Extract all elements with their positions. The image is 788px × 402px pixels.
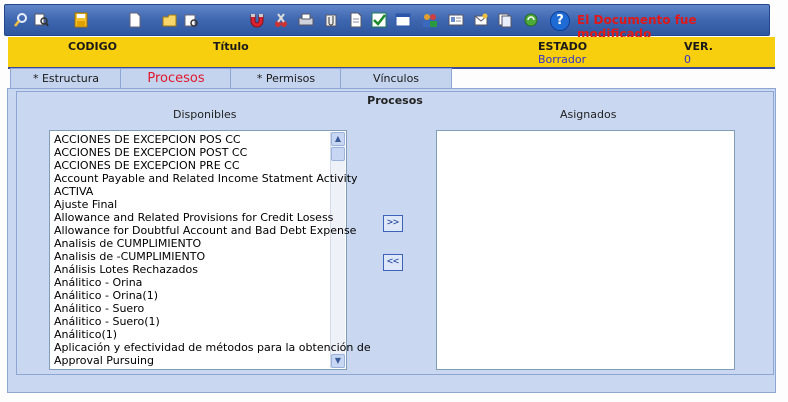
titulo-label: Título: [213, 40, 249, 53]
asignados-listbox[interactable]: [436, 130, 735, 370]
magnet-icon[interactable]: [249, 12, 265, 28]
attach-icon[interactable]: [323, 12, 339, 28]
scroll-thumb[interactable]: [331, 147, 345, 161]
version-label: VER.: [684, 40, 713, 53]
tab-permisos[interactable]: * Permisos: [230, 68, 342, 89]
list-item[interactable]: ACCIONES DE EXCEPCION POS CC: [54, 133, 241, 146]
cut-icon[interactable]: [273, 12, 289, 28]
procesos-section: Procesos Disponibles Asignados ▲ ▼ ACCIO…: [16, 91, 774, 375]
section-title: Procesos: [367, 94, 423, 107]
new-document-icon[interactable]: [127, 12, 143, 28]
document-header: CODIGO Título ESTADO Borrador VER. 0: [8, 37, 775, 69]
email-icon[interactable]: [473, 12, 489, 28]
refresh-icon[interactable]: [523, 12, 539, 28]
estado-value: Borrador: [538, 53, 587, 66]
id-card-icon[interactable]: [448, 12, 464, 28]
list-item[interactable]: Account Payable and Related Income Statm…: [54, 172, 358, 185]
form-icon[interactable]: [395, 12, 411, 28]
reload-icon[interactable]: [183, 12, 199, 28]
tab-procesos[interactable]: Procesos: [120, 68, 232, 89]
disponibles-scrollbar[interactable]: ▲ ▼: [330, 132, 345, 368]
list-item[interactable]: ACCIONES DE EXCEPCION PRE CC: [54, 159, 240, 172]
list-item[interactable]: Analisis de CUMPLIMIENTO: [54, 237, 201, 250]
codigo-label: CODIGO: [68, 40, 118, 53]
tab-vinculos[interactable]: Vínculos: [340, 68, 452, 89]
estado-label: ESTADO: [538, 40, 588, 53]
list-item[interactable]: Approval Pursuing: [54, 354, 154, 367]
toolbar: ? El Documento fue modificado: [4, 4, 770, 41]
list-item[interactable]: ACTIVA: [54, 185, 93, 198]
list-item[interactable]: Análitico - Orina(1): [54, 289, 158, 302]
list-item[interactable]: Ajuste Final: [54, 198, 117, 211]
search-icon[interactable]: [13, 12, 29, 28]
list-item[interactable]: ACCIONES DE EXCEPCION POST CC: [54, 146, 247, 159]
list-item[interactable]: Allowance and Related Provisions for Cre…: [54, 211, 333, 224]
procesos-panel: Procesos Disponibles Asignados ▲ ▼ ACCIO…: [7, 88, 776, 393]
help-icon[interactable]: ?: [550, 11, 570, 31]
disponibles-label: Disponibles: [173, 108, 237, 121]
scroll-up-icon[interactable]: ▲: [331, 132, 345, 146]
list-item[interactable]: Aplicación y efectividad de métodos para…: [54, 341, 371, 354]
users-icon[interactable]: [422, 12, 438, 28]
list-item[interactable]: Análitico(1): [54, 328, 117, 341]
list-item[interactable]: Analisis de -CUMPLIMIENTO: [54, 250, 205, 263]
scroll-down-icon[interactable]: ▼: [331, 354, 345, 368]
list-item[interactable]: Allowance for Doubtful Account and Bad D…: [54, 224, 356, 237]
list-item[interactable]: Análitico - Orina: [54, 276, 142, 289]
print-icon[interactable]: [298, 12, 314, 28]
version-value: 0: [684, 53, 691, 66]
list-item[interactable]: Análitico - Suero: [54, 302, 144, 315]
add-button[interactable]: >>: [383, 215, 403, 232]
list-item[interactable]: Análitico - Suero(1): [54, 315, 160, 328]
open-folder-icon[interactable]: [162, 12, 178, 28]
remove-button[interactable]: <<: [383, 254, 403, 271]
disponibles-listbox[interactable]: ▲ ▼ ACCIONES DE EXCEPCION POS CC ACCIONES…: [49, 130, 371, 370]
save-icon[interactable]: [73, 12, 89, 28]
search-list-icon[interactable]: [33, 12, 49, 28]
document-icon[interactable]: [348, 12, 364, 28]
list-item[interactable]: Análisis Lotes Rechazados: [54, 263, 198, 276]
asignados-label: Asignados: [560, 108, 617, 121]
approve-icon[interactable]: [371, 12, 387, 28]
tab-estructura[interactable]: * Estructura: [10, 68, 122, 89]
copy-icon[interactable]: [497, 12, 513, 28]
